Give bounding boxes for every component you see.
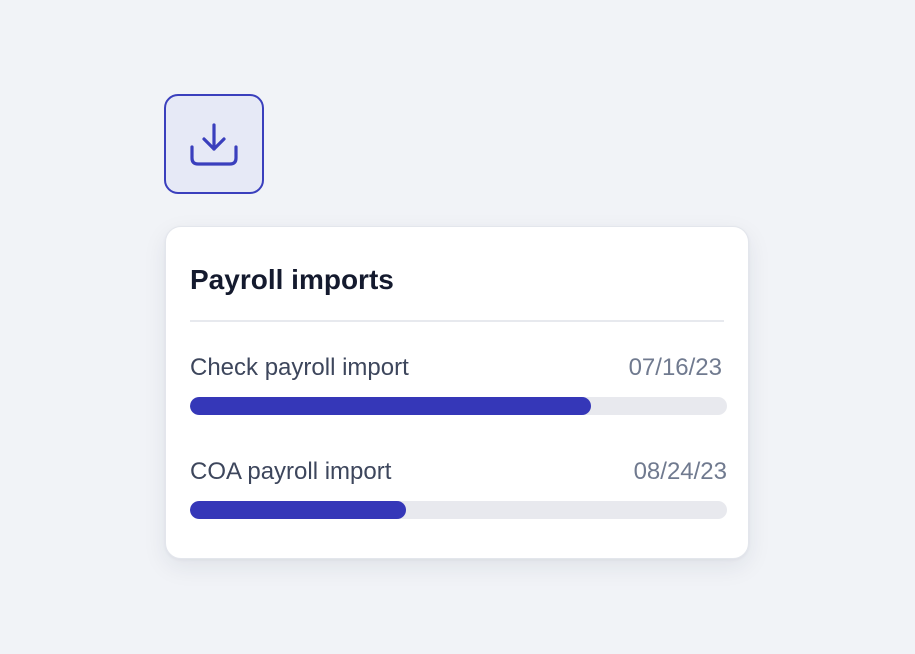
import-date: 07/16/23 [628,354,722,381]
payroll-imports-card: Payroll imports Check payroll import 07/… [165,226,749,559]
download-icon [190,123,238,166]
divider [190,320,724,322]
progress-fill [190,397,591,415]
import-name: Check payroll import [190,354,409,381]
progress-bar [190,397,727,415]
import-name: COA payroll import [190,458,392,485]
card-title: Payroll imports [190,264,394,295]
import-row-coa-payroll[interactable]: COA payroll import 08/24/23 [190,457,727,519]
import-date: 08/24/23 [633,458,727,485]
progress-bar [190,501,727,519]
download-icon-tile[interactable] [164,94,264,194]
import-row-check-payroll[interactable]: Check payroll import 07/16/23 [190,353,727,415]
progress-fill [190,501,406,519]
